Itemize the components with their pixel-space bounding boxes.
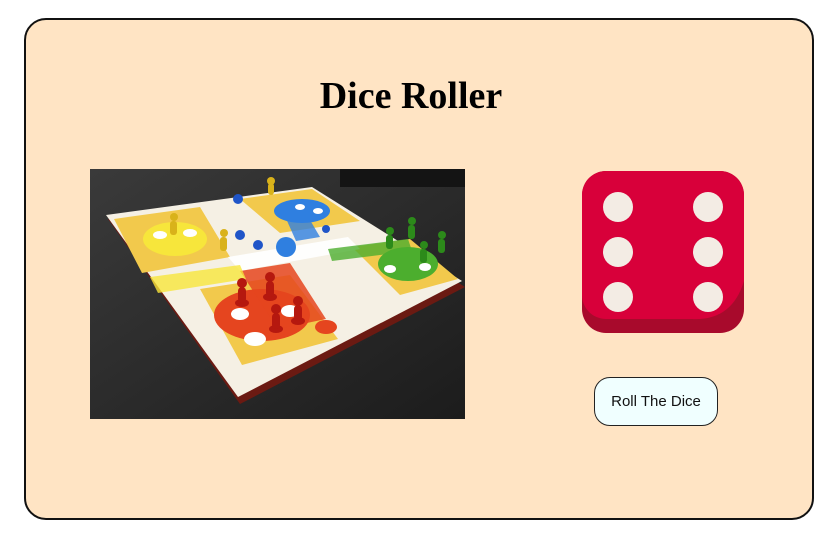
dice-six-icon	[582, 171, 744, 333]
roll-dice-button[interactable]: Roll The Dice	[594, 377, 718, 426]
ludo-board-image	[90, 169, 465, 419]
page-title: Dice Roller	[319, 75, 503, 117]
dice-roller-container: Dice Roller Roll The Dice	[24, 18, 814, 520]
